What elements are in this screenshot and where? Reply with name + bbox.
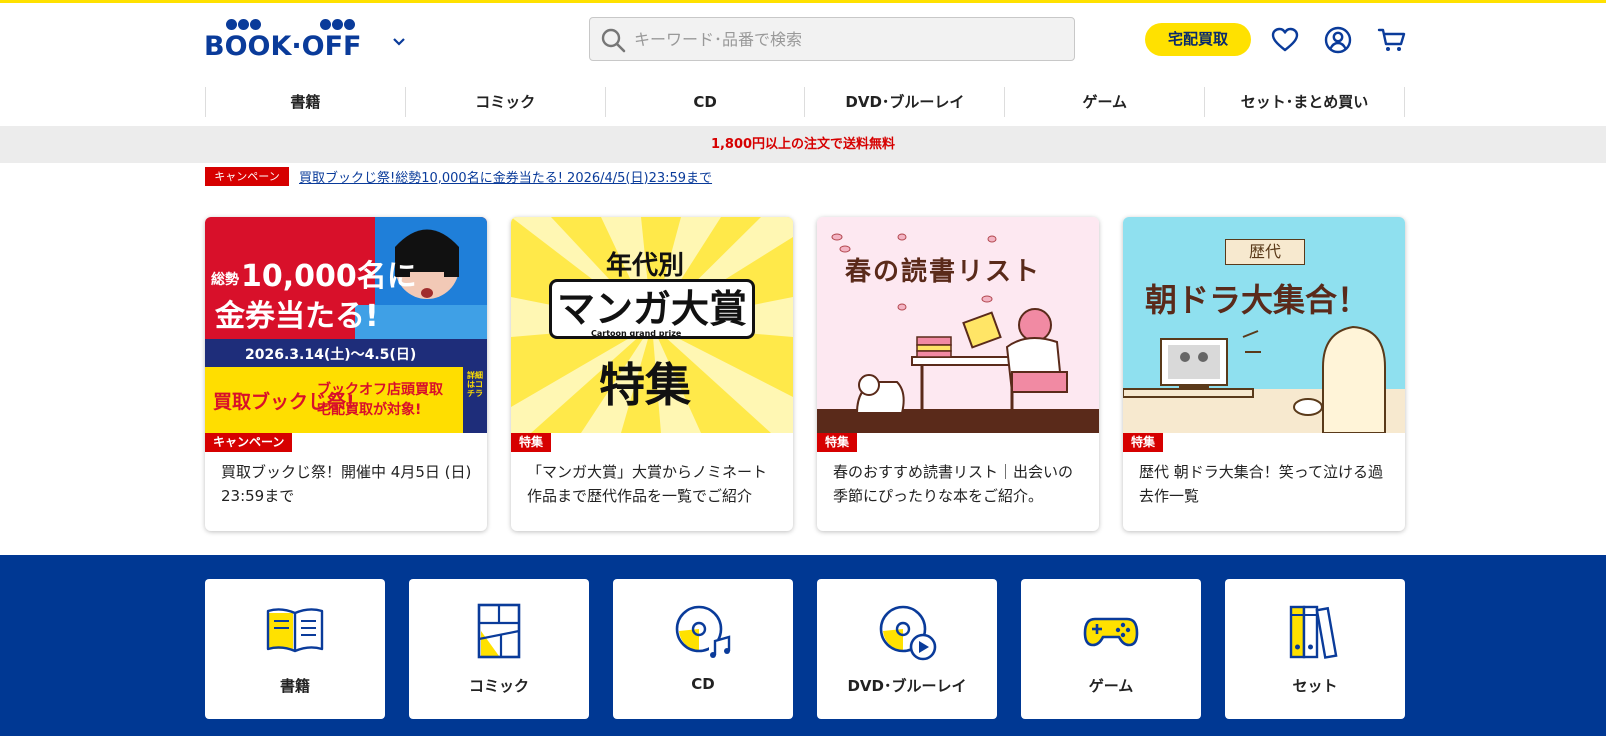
card-tag: 特集 (817, 433, 858, 452)
book-icon (266, 608, 324, 653)
card-tag: キャンペーン (205, 433, 293, 452)
comic-icon (477, 603, 521, 659)
category-tile-sets[interactable]: セット (1225, 579, 1405, 719)
category-label: DVD･ブルーレイ (847, 677, 967, 695)
card-banner-buyback: 総勢 10,000名に 金券当たる! 2026.3.14(土)～4.5(日) 買… (205, 217, 487, 433)
heart-icon[interactable] (1270, 25, 1300, 55)
bookoff-logo[interactable]: BOOK·OFF (204, 17, 369, 63)
banner-text-dates: 2026.3.14(土)～4.5(日) (245, 347, 417, 363)
banner-text-asadora: 朝ドラ大集合！ (1145, 281, 1370, 319)
card-title: 「マンガ大賞」大賞からノミネート作品まで歴代作品を一覧でご紹介 (527, 463, 768, 505)
feature-card-manga-award[interactable]: 年代別 マンガ大賞 Cartoon grand prize 特集 特集 「マンガ… (511, 217, 793, 531)
home-delivery-buyback-button[interactable]: 宅配買取 (1145, 23, 1251, 56)
banner-text-feature: 特集 (599, 358, 691, 412)
dvd-icon (879, 605, 937, 661)
category-tile-dvd-bluray[interactable]: DVD･ブルーレイ (817, 579, 997, 719)
nav-item-cd[interactable]: CD (604, 87, 805, 117)
banner-text-label: 歴代 (1225, 239, 1305, 265)
category-tiles: 書籍 コミック CD DVD･ブルーレイ ゲーム セット (0, 555, 1606, 736)
search-box (589, 17, 1075, 61)
category-tile-cd[interactable]: CD (613, 579, 793, 719)
category-nav: 書籍 コミック CD DVD･ブルーレイ ゲーム セット･まとめ買い (205, 87, 1405, 117)
cd-icon (675, 605, 731, 659)
banner-text-spring-reading: 春の読書リスト (845, 257, 1042, 287)
nav-item-sets[interactable]: セット･まとめ買い (1204, 87, 1405, 117)
book-set-icon (1289, 605, 1338, 659)
card-title: 春のおすすめ読書リスト｜出会いの季節にぴったりな本をご紹介。 (833, 463, 1074, 505)
category-label: ゲーム (1088, 677, 1134, 695)
category-tile-comics[interactable]: コミック (409, 579, 589, 719)
site-header: BOOK·OFF 宅配買取 (0, 3, 1606, 79)
feature-card-asadora[interactable]: 歴代 朝ドラ大集合！ 特集 歴代 朝ドラ大集合！笑って泣ける過去作一覧 (1123, 217, 1405, 531)
chevron-down-icon[interactable] (390, 35, 408, 49)
category-label: コミック (468, 677, 529, 695)
logo-text: BOOK·OFF (204, 31, 362, 62)
card-title: 歴代 朝ドラ大集合！笑って泣ける過去作一覧 (1139, 463, 1384, 505)
account-icon[interactable] (1323, 25, 1353, 55)
cart-icon[interactable] (1377, 25, 1407, 55)
nav-item-comics[interactable]: コミック (404, 87, 605, 117)
free-shipping-notice: 1,800円以上の注文で送料無料 (0, 126, 1606, 163)
search-input[interactable] (634, 26, 1054, 52)
card-banner-spring-reading: 春の読書リスト (817, 217, 1099, 433)
campaign-link[interactable]: 買取ブックじ祭!総勢10,000名に金券当たる! 2026/4/5(日)23:5… (299, 167, 712, 186)
search-icon[interactable] (600, 27, 626, 53)
card-tag: 特集 (511, 433, 552, 452)
card-tag: 特集 (1123, 433, 1164, 452)
banner-text-total: 総勢 (211, 272, 239, 288)
category-label: セット (1292, 677, 1338, 695)
feature-cards: 総勢 10,000名に 金券当たる! 2026.3.14(土)～4.5(日) 買… (205, 217, 1405, 532)
campaign-badge: キャンペーン (205, 166, 289, 186)
banner-text-prize: 金券当たる! (215, 299, 379, 334)
category-tile-games[interactable]: ゲーム (1021, 579, 1201, 719)
category-label: 書籍 (279, 677, 310, 695)
gamepad-icon (1083, 617, 1139, 647)
category-tile-books[interactable]: 書籍 (205, 579, 385, 719)
banner-text-sub1: ブックオフ店頭買取 (317, 382, 443, 398)
nav-item-books[interactable]: 書籍 (205, 87, 405, 117)
card-banner-manga-award: 年代別 マンガ大賞 Cartoon grand prize 特集 (511, 217, 793, 433)
campaign-bar: キャンペーン 買取ブックじ祭!総勢10,000名に金券当たる! 2026/4/5… (205, 166, 712, 186)
banner-text-count: 10,000名に (241, 259, 417, 294)
banner-text-sub2: 宅配買取が対象! (317, 402, 422, 418)
card-title: 買取ブックじ祭！開催中 4月5日 (日) 23:59まで (221, 463, 472, 505)
card-banner-asadora: 歴代 朝ドラ大集合！ (1123, 217, 1405, 433)
feature-card-buyback[interactable]: 総勢 10,000名に 金券当たる! 2026.3.14(土)～4.5(日) 買… (205, 217, 487, 531)
feature-card-spring-reading[interactable]: 春の読書リスト 特集 春のおすすめ読書リスト｜出会いの季節にぴったりな本をご紹介… (817, 217, 1099, 531)
banner-text-by-era: 年代別 (606, 251, 685, 281)
banner-text-english: Cartoon grand prize (591, 329, 682, 338)
nav-item-games[interactable]: ゲーム (1004, 87, 1204, 117)
banner-text-side: 詳細はコチラ (467, 371, 483, 398)
category-label: CD (691, 675, 715, 693)
nav-item-dvd-bluray[interactable]: DVD･ブルーレイ (804, 87, 1004, 117)
